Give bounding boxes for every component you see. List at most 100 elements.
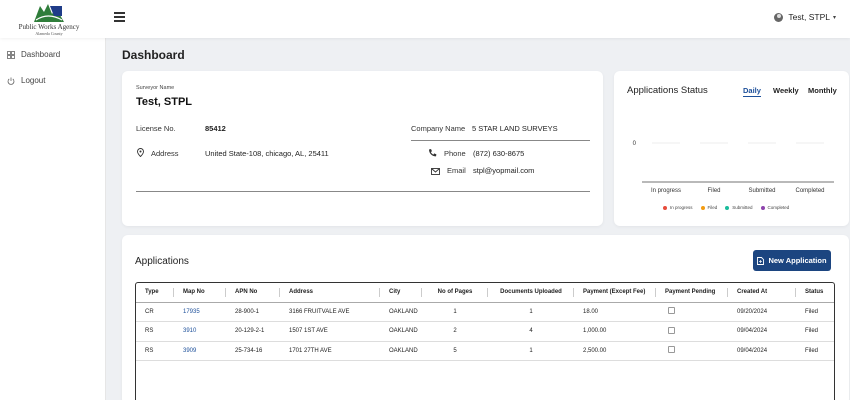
cell-payment: 1,000.00 <box>574 321 656 342</box>
legend-label: In progress <box>670 205 693 210</box>
cell-status: Filed <box>796 321 834 342</box>
chevron-down-icon: ▾ <box>832 14 836 21</box>
column-header-created[interactable]: Created At <box>728 283 796 303</box>
x-tick-label: In progress <box>651 188 681 194</box>
cell-city: OAKLAND <box>380 302 422 322</box>
column-header-docs[interactable]: Documents Uploaded <box>488 283 574 303</box>
column-header-pages[interactable]: No of Pages <box>422 283 488 303</box>
map-no-link[interactable]: 3909 <box>183 348 196 354</box>
applications-status-card: Applications Status Daily Weekly Monthly… <box>614 71 849 226</box>
cell-city: OAKLAND <box>380 321 422 342</box>
column-header-payment[interactable]: Payment (Except Fee) <box>574 283 656 303</box>
legend-item[interactable]: In progress <box>663 205 693 210</box>
legend-item[interactable]: Filed <box>700 205 718 210</box>
page-title: Dashboard <box>122 48 185 62</box>
cell-pending <box>656 341 728 361</box>
license-value: 85412 <box>205 124 226 133</box>
cell-apn-no: 20-129-2-1 <box>226 321 280 342</box>
sidebar-item-dashboard[interactable]: Dashboard <box>7 50 60 59</box>
table-header-row: Type Map No APN No Address City No of Pa… <box>136 283 834 303</box>
x-tick-label: Submitted <box>748 188 775 194</box>
y-tick-label: 0 <box>633 141 637 147</box>
cell-type: RS <box>136 321 174 342</box>
legend-item[interactable]: Completed <box>760 205 789 210</box>
email-label: Email <box>447 166 466 175</box>
column-header-city[interactable]: City <box>380 283 422 303</box>
agency-logo[interactable]: Public Works Agency Alameda County <box>18 2 80 36</box>
phone-label: Phone <box>444 149 466 158</box>
cell-pending <box>656 321 728 342</box>
applications-title: Applications <box>135 256 189 267</box>
cell-created: 09/04/2024 <box>728 321 796 342</box>
cell-payment: 18.00 <box>574 302 656 322</box>
cell-pages: 5 <box>422 341 488 361</box>
map-no-link[interactable]: 17935 <box>183 309 200 315</box>
logo-text: Public Works Agency <box>18 23 80 31</box>
legend-dot-icon <box>760 205 765 210</box>
payment-pending-checkbox[interactable] <box>668 346 675 354</box>
top-bar: Public Works Agency Alameda County Test,… <box>0 0 850 38</box>
power-icon <box>7 77 15 85</box>
sidebar-item-label: Logout <box>21 76 46 85</box>
legend-item[interactable]: Submitted <box>725 205 753 210</box>
column-header-address[interactable]: Address <box>280 283 380 303</box>
cell-pages: 2 <box>422 321 488 342</box>
table-row[interactable]: RS 3910 20-129-2-1 1507 1ST AVE OAKLAND … <box>136 321 834 342</box>
legend-label: Submitted <box>732 205 753 210</box>
new-application-button[interactable]: New Application <box>753 250 831 271</box>
user-name: Test, STPL <box>788 12 830 22</box>
cell-apn-no: 25-734-16 <box>226 341 280 361</box>
column-header-type[interactable]: Type <box>136 283 174 303</box>
table-row[interactable]: RS 3909 25-734-16 1701 27TH AVE OAKLAND … <box>136 341 834 361</box>
surveyor-name-label: Surveyor Name <box>136 85 175 91</box>
column-header-apn-no[interactable]: APN No <box>226 283 280 303</box>
divider <box>411 140 590 141</box>
column-header-map-no[interactable]: Map No <box>174 283 226 303</box>
x-tick-label: Completed <box>795 188 824 194</box>
payment-pending-checkbox[interactable] <box>668 307 675 315</box>
cell-docs: 1 <box>488 302 574 322</box>
map-no-link[interactable]: 3910 <box>183 328 196 334</box>
grid-icon <box>7 50 15 59</box>
payment-pending-checkbox[interactable] <box>668 326 675 334</box>
license-label: License No. <box>136 124 176 133</box>
cell-pending <box>656 302 728 322</box>
menu-toggle-icon[interactable] <box>114 12 125 22</box>
cell-status: Filed <box>796 341 834 361</box>
cell-address: 1507 1ST AVE <box>280 321 380 342</box>
cell-docs: 4 <box>488 321 574 342</box>
email-value: stpl@yopmail.com <box>473 166 535 175</box>
cell-pages: 1 <box>422 302 488 322</box>
cell-address: 1701 27TH AVE <box>280 341 380 361</box>
cell-status: Filed <box>796 302 834 322</box>
legend-dot-icon <box>663 205 667 210</box>
cell-docs: 1 <box>488 341 574 361</box>
legend-dot-icon <box>700 205 705 210</box>
location-pin-icon <box>137 148 144 157</box>
legend-label: Filed <box>707 205 718 210</box>
phone-icon <box>429 149 437 157</box>
chart-legend: In progress Filed Submitted Completed <box>663 205 797 210</box>
column-header-pending[interactable]: Payment Pending <box>656 283 728 303</box>
cell-type: CR <box>136 302 174 322</box>
phone-value: (872) 630-8675 <box>473 149 525 158</box>
surveyor-name: Test, STPL <box>136 96 193 108</box>
divider <box>136 191 590 192</box>
email-icon <box>431 168 440 175</box>
new-application-label: New Application <box>768 256 827 265</box>
cell-map-no: 17935 <box>174 302 226 322</box>
cell-payment: 2,500.00 <box>574 341 656 361</box>
address-label: Address <box>151 149 179 158</box>
user-avatar-icon <box>774 12 784 22</box>
sidebar-item-logout[interactable]: Logout <box>7 76 45 85</box>
table-row[interactable]: CR 17935 28-900-1 3166 FRUITVALE AVE OAK… <box>136 302 834 322</box>
sidebar-item-label: Dashboard <box>21 50 61 59</box>
document-icon <box>757 256 765 265</box>
user-menu[interactable]: Test, STPL ▾ <box>774 12 836 22</box>
logo-mark-icon <box>34 4 64 22</box>
column-header-status[interactable]: Status <box>796 283 834 303</box>
applications-card: Applications New Application Type Map No… <box>122 235 849 400</box>
cell-address: 3166 FRUITVALE AVE <box>280 302 380 322</box>
surveyor-card: Surveyor Name Test, STPL License No. 854… <box>122 71 603 226</box>
cell-created: 09/04/2024 <box>728 341 796 361</box>
